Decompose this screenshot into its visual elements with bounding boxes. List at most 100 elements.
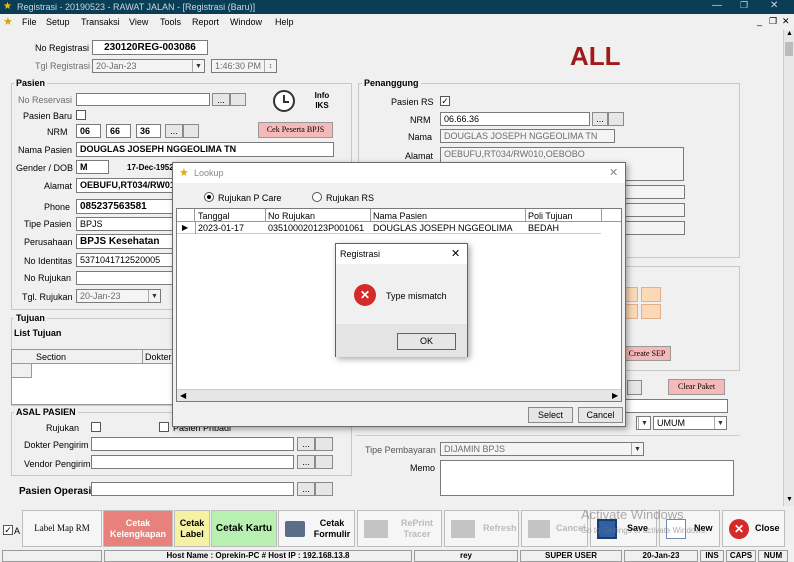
grid-cell-2[interactable] (641, 287, 661, 302)
alamat-field[interactable]: OEBUFU,RT034/RW01 (76, 178, 176, 193)
pasien-operasi-clear-button[interactable] (315, 482, 333, 496)
scroll-thumb[interactable] (785, 42, 793, 56)
penanggung-nrm-field[interactable]: 06.66.36 (440, 112, 590, 126)
nama-pasien-field[interactable]: DOUGLAS JOSEPH NGGEOLIMA TN (76, 142, 334, 157)
penanggung-nama-field[interactable]: DOUGLAS JOSEPH NGGEOLIMA TN (440, 129, 615, 143)
ok-button[interactable]: OK (397, 333, 456, 350)
col-tanggal[interactable]: Tanggal (198, 211, 230, 221)
mdi-restore-icon[interactable]: ❐ (769, 16, 777, 27)
menu-setup[interactable]: Setup (46, 17, 70, 27)
col-no-rujukan[interactable]: No Rujukan (268, 211, 315, 221)
pasien-pribadi-checkbox[interactable] (159, 422, 169, 432)
col-section[interactable]: Section (36, 352, 66, 362)
reprint-tracer-button[interactable]: RePrint Tracer (357, 510, 442, 547)
dokter-pengirim-browse-button[interactable]: ... (297, 437, 315, 451)
tgl-registrasi-field[interactable]: 20-Jan-23 ▼ (92, 59, 205, 73)
tipe-pembayaran-select[interactable]: DIJAMIN BPJS ▼ (440, 442, 644, 456)
penanggung-extra-field-3[interactable] (625, 221, 685, 235)
menu-report[interactable]: Report (192, 17, 219, 27)
close-button[interactable]: ✕ Close (722, 510, 785, 547)
col-dokter[interactable]: Dokter (145, 352, 172, 362)
col-poli-tujuan[interactable]: Poli Tujuan (528, 211, 573, 221)
tipe-pasien-select[interactable]: BPJS (76, 217, 176, 231)
rujukan-pcare-label[interactable]: Rujukan P Care (218, 193, 281, 203)
rujukan-rs-radio[interactable] (312, 192, 322, 202)
clock-icon[interactable] (273, 90, 295, 112)
cek-peserta-bpjs-button[interactable]: Cek Peserta BPJS (258, 122, 333, 138)
scroll-up-icon[interactable]: ▲ (786, 30, 793, 37)
scroll-left-icon[interactable]: ◀ (180, 391, 186, 400)
lookup-select-button[interactable]: Select (528, 407, 573, 423)
lookup-cancel-button[interactable]: Cancel (578, 407, 623, 423)
penanggung-extra-field-1[interactable] (625, 185, 685, 199)
no-reservasi-clear-button[interactable] (230, 93, 246, 106)
nrm-part-3[interactable]: 36 (136, 124, 161, 138)
menu-view[interactable]: View (129, 17, 148, 27)
cancel-button[interactable]: Cancel (521, 510, 588, 547)
gender-field[interactable]: M (76, 160, 109, 174)
cetak-label-button[interactable]: Cetak Label (174, 510, 210, 547)
clear-paket-button[interactable]: Clear Paket (668, 379, 725, 395)
mdi-close-icon[interactable]: ✕ (782, 16, 790, 27)
pasien-baru-checkbox[interactable] (76, 110, 86, 120)
no-registrasi-field[interactable]: 230120REG-003086 (92, 40, 208, 55)
pasien-operasi-browse-button[interactable]: ... (297, 482, 315, 496)
lookup-hscrollbar[interactable]: ◀ ▶ (177, 389, 621, 401)
pembayaran-mode-select[interactable]: ▼ (636, 416, 651, 430)
nrm-part-2[interactable]: 66 (106, 124, 131, 138)
cetak-kartu-button[interactable]: Cetak Kartu (211, 510, 277, 547)
menu-file[interactable]: File (22, 17, 37, 27)
no-reservasi-field[interactable] (76, 93, 210, 106)
time-field[interactable]: 1:46:30 PM ↕ (211, 59, 277, 73)
nrm-part-1[interactable]: 06 (76, 124, 101, 138)
vendor-pengirim-field[interactable] (91, 455, 294, 469)
no-reservasi-browse-button[interactable]: ... (212, 93, 230, 106)
grid-cell-4[interactable] (641, 304, 661, 319)
tujuan-table[interactable]: Section Dokter (11, 349, 178, 405)
vendor-pengirim-browse-button[interactable]: ... (297, 455, 315, 469)
minimize-icon[interactable]: — (712, 0, 722, 11)
label-map-rm-button[interactable]: Label Map RM (22, 510, 102, 547)
pasien-rs-checkbox[interactable]: ✓ (440, 96, 450, 106)
no-rujukan-field[interactable] (76, 271, 176, 285)
label-map-checkbox[interactable]: ✓ (3, 525, 13, 535)
nrm-clear-button[interactable] (183, 124, 199, 138)
cetak-kelengkapan-button[interactable]: Cetak Kelengkapan (103, 510, 173, 547)
penanggung-nrm-browse-button[interactable]: ... (592, 112, 608, 126)
mdi-minimize-icon[interactable]: _ (757, 16, 762, 26)
umum-select[interactable]: UMUM ▼ (653, 416, 727, 430)
paket-small-button[interactable] (627, 380, 642, 395)
refresh-button[interactable]: Refresh (444, 510, 519, 547)
menu-transaksi[interactable]: Transaksi (81, 17, 120, 27)
lookup-close-icon[interactable]: ✕ (609, 166, 618, 179)
col-nama-pasien[interactable]: Nama Pasien (373, 211, 427, 221)
dokter-pengirim-clear-button[interactable] (315, 437, 333, 451)
main-scrollbar[interactable]: ▲ ▼ (783, 30, 794, 506)
no-identitas-field[interactable]: 5371041712520005 (76, 253, 176, 267)
rujukan-checkbox[interactable] (91, 422, 101, 432)
lookup-row[interactable]: ▶ 2023-01-17 035100020123P001061 DOUGLAS… (177, 222, 601, 234)
perusahaan-field[interactable]: BPJS Kesehatan (76, 234, 176, 249)
memo-field[interactable] (440, 460, 734, 496)
tgl-rujukan-field[interactable]: 20-Jan-23 ▼ (76, 289, 161, 303)
cetak-formulir-button[interactable]: Cetak Formulir (278, 510, 355, 547)
scroll-right-icon[interactable]: ▶ (612, 391, 618, 400)
close-icon[interactable]: ✕ (770, 0, 778, 11)
maximize-icon[interactable]: ❐ (740, 0, 748, 11)
rujukan-rs-label[interactable]: Rujukan RS (326, 193, 374, 203)
message-box-close-icon[interactable]: ✕ (451, 247, 460, 260)
penanggung-nrm-clear-button[interactable] (608, 112, 624, 126)
scroll-down-icon[interactable]: ▼ (786, 496, 793, 503)
info-iks-button[interactable]: Info IKS (309, 91, 335, 111)
paket-field[interactable] (623, 399, 728, 413)
menu-tools[interactable]: Tools (160, 17, 181, 27)
create-sep-button[interactable]: Create SEP (623, 346, 671, 361)
penanggung-extra-field-2[interactable] (625, 203, 685, 217)
phone-field[interactable]: 085237563581 (76, 199, 176, 214)
nrm-browse-button[interactable]: ... (165, 124, 183, 138)
menu-help[interactable]: Help (275, 17, 294, 27)
menu-window[interactable]: Window (230, 17, 262, 27)
vendor-pengirim-clear-button[interactable] (315, 455, 333, 469)
pasien-operasi-field[interactable] (91, 482, 294, 496)
dokter-pengirim-field[interactable] (91, 437, 294, 451)
